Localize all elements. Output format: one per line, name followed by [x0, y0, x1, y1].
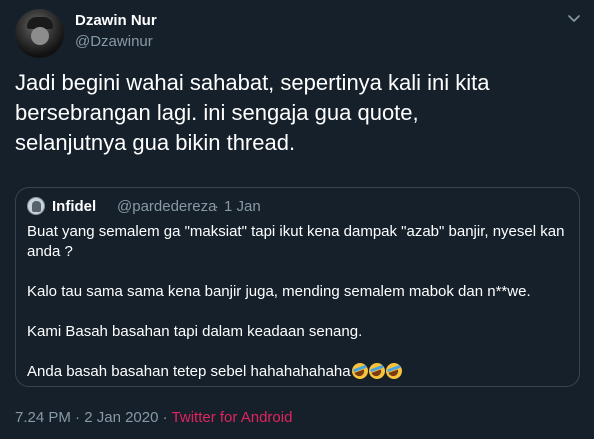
- quoted-tweet[interactable]: Infidel @pardedereza · 1 Jan Buat yang s…: [15, 187, 580, 387]
- quoted-paragraph-last: Anda basah basahan tetep sebel hahahahah…: [27, 362, 567, 382]
- quoted-text: Buat yang semalem ga "maksiat" tapi ikut…: [27, 222, 567, 382]
- rolling-on-floor-laughing-emoji: [351, 363, 368, 379]
- meta-separator: ·: [75, 409, 81, 426]
- tweet-text: Jadi begini wahai sahabat, sepertinya ka…: [15, 70, 490, 155]
- author-avatar[interactable]: [15, 9, 64, 58]
- quoted-date: 1 Jan: [224, 198, 261, 215]
- rolling-on-floor-laughing-emoji: [368, 363, 385, 379]
- quoted-avatar-figure: [32, 201, 41, 212]
- quoted-paragraph: Kami Basah basahan tapi dalam keadaan se…: [27, 323, 363, 340]
- rolling-on-floor-laughing-emoji: [385, 363, 402, 379]
- author-display-name[interactable]: Dzawin Nur: [75, 12, 157, 29]
- quoted-paragraph: Buat yang semalem ga "maksiat" tapi ikut…: [27, 223, 565, 260]
- tweet-date[interactable]: 2 Jan 2020: [84, 409, 158, 426]
- chevron-down-icon[interactable]: [566, 10, 582, 26]
- quoted-author-handle: @pardedereza: [117, 198, 217, 215]
- tweet-metadata: 7.24 PM · 2 Jan 2020 · Twitter for Andro…: [15, 409, 292, 426]
- quoted-paragraph: Kalo tau sama sama kena banjir juga, men…: [27, 283, 531, 300]
- author-handle[interactable]: @Dzawinur: [75, 33, 153, 50]
- avatar-face: [31, 27, 49, 45]
- quoted-author-avatar: [27, 197, 45, 215]
- quoted-author-name: Infidel: [52, 198, 97, 215]
- quoted-paragraph-text: Anda basah basahan tetep sebel hahahahah…: [27, 363, 351, 380]
- tweet-time[interactable]: 7.24 PM: [15, 409, 71, 426]
- meta-separator: ·: [162, 409, 168, 426]
- tweet-source-link[interactable]: Twitter for Android: [172, 409, 293, 426]
- quoted-separator: ·: [214, 198, 219, 215]
